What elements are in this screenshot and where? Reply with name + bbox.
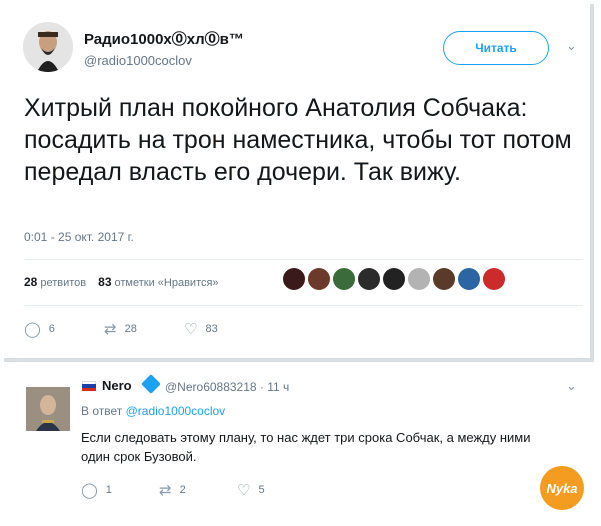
in-reply-prefix: В ответ xyxy=(81,404,123,418)
liker-avatar[interactable] xyxy=(408,268,430,290)
liker-avatar[interactable] xyxy=(358,268,380,290)
author-avatar-image xyxy=(23,22,73,72)
reply-icon: ◯ xyxy=(24,321,41,338)
likes-stat[interactable]: 83 отметки «Нравится» xyxy=(98,275,218,289)
reply-text: Если следовать этому плану, то нас ждет … xyxy=(81,430,531,464)
reply-action[interactable]: ◯ 1 xyxy=(81,481,159,499)
reply-author-handle[interactable]: @Nero60883218 · 11 ч xyxy=(165,380,289,394)
like-count: 83 xyxy=(205,323,218,335)
watermark-logo: Nyka xyxy=(540,466,584,510)
retweets-label: ретвитов xyxy=(40,277,87,289)
divider xyxy=(24,305,583,306)
reply-count: 6 xyxy=(48,323,55,335)
heart-icon: ♡ xyxy=(184,321,198,338)
tweet-timestamp[interactable]: 0:01 - 25 окт. 2017 г. xyxy=(24,230,134,244)
reply-count: 1 xyxy=(105,484,112,496)
heart-icon: ♡ xyxy=(237,482,251,499)
screenshot-frame: Радио1000х⓪хл⓪в™ @radio1000coclov Читать… xyxy=(0,0,601,526)
liker-avatar[interactable] xyxy=(433,268,455,290)
liker-avatar[interactable] xyxy=(283,268,305,290)
chevron-down-icon[interactable]: ⌄ xyxy=(566,378,577,394)
in-reply-handle-link[interactable]: @radio1000coclov xyxy=(126,404,226,418)
like-action[interactable]: ♡ 5 xyxy=(237,481,315,499)
tweet-actions: ◯ 6 ⇄ 28 ♡ 83 xyxy=(24,320,264,338)
divider xyxy=(24,259,583,260)
reply-icon: ◯ xyxy=(81,482,98,499)
like-count: 5 xyxy=(258,484,265,496)
liker-avatar[interactable] xyxy=(383,268,405,290)
liker-avatar[interactable] xyxy=(483,268,505,290)
retweets-count: 28 xyxy=(24,275,38,289)
chevron-down-icon[interactable]: ⌄ xyxy=(566,38,577,54)
tweet-stats: 28 ретвитов 83 отметки «Нравится» xyxy=(24,275,219,289)
retweet-action[interactable]: ⇄ 2 xyxy=(159,481,237,499)
likes-count: 83 xyxy=(98,275,112,289)
reply-action[interactable]: ◯ 6 xyxy=(24,320,104,338)
reply-actions: ◯ 1 ⇄ 2 ♡ 5 xyxy=(81,481,315,499)
retweet-icon: ⇄ xyxy=(159,482,172,499)
reply-author-avatar-image xyxy=(26,387,70,431)
retweet-count: 2 xyxy=(179,484,186,496)
russian-flag-icon xyxy=(82,381,96,391)
retweet-count: 28 xyxy=(124,323,137,335)
retweet-action[interactable]: ⇄ 28 xyxy=(104,320,184,338)
author-handle[interactable]: @radio1000coclov xyxy=(84,53,192,68)
retweet-icon: ⇄ xyxy=(104,321,117,338)
author-avatar[interactable] xyxy=(23,22,73,72)
liker-avatars xyxy=(283,268,505,290)
retweets-stat[interactable]: 28 ретвитов xyxy=(24,275,86,289)
reply-author-name[interactable]: Nero xyxy=(102,378,132,393)
liker-avatar[interactable] xyxy=(458,268,480,290)
author-name[interactable]: Радио1000х⓪хл⓪в™ xyxy=(84,28,244,49)
tweet-text: Хитрый план покойного Анатолия Собчака: … xyxy=(24,94,572,186)
likes-label: отметки «Нравится» xyxy=(114,277,219,289)
liker-avatar[interactable] xyxy=(333,268,355,290)
reply-author-avatar[interactable] xyxy=(26,387,70,431)
follow-button[interactable]: Читать xyxy=(443,31,549,65)
in-reply-to: В ответ @radio1000coclov xyxy=(81,404,225,418)
liker-avatar[interactable] xyxy=(308,268,330,290)
like-action[interactable]: ♡ 83 xyxy=(184,320,264,338)
